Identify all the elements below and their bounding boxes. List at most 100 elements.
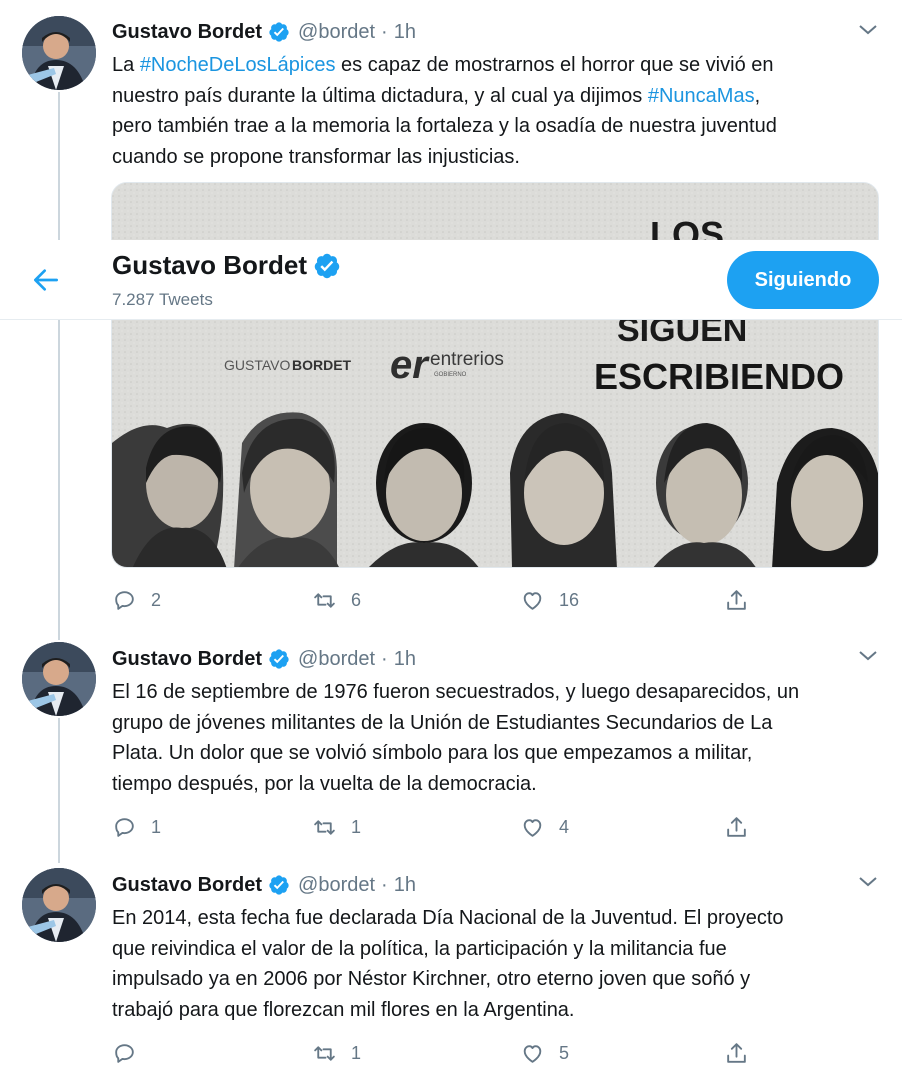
reply-button[interactable]: 2 [112, 585, 161, 615]
share-button[interactable] [724, 812, 749, 842]
author-handle[interactable]: @bordet [298, 874, 375, 897]
heart-icon [523, 591, 542, 610]
chevron-down-icon[interactable] [856, 644, 880, 668]
author-handle[interactable]: @bordet [298, 21, 375, 44]
text-segment: , [754, 84, 761, 107]
reply-button[interactable]: 1 [112, 812, 161, 842]
text-segment: trabajó para que florezcan mil flores en… [112, 998, 575, 1021]
retweet-count: 1 [351, 1042, 362, 1063]
logo-mid-sub: GOBIERNO [434, 372, 467, 378]
text-segment: La [112, 54, 140, 76]
like-button[interactable]: 4 [520, 812, 569, 842]
like-count: 4 [559, 816, 570, 837]
profile-name-label: Gustavo Bordet [112, 250, 308, 280]
retweet-count: 6 [351, 589, 362, 610]
reply-count: 2 [151, 589, 162, 610]
tweet[interactable]: Gustavo Bordet @bordet · 1h En 2014, est… [0, 856, 902, 1077]
tweet-header: Gustavo Bordet @bordet · 1h [112, 870, 416, 900]
timestamp[interactable]: 1h [394, 21, 416, 44]
separator: · [381, 20, 388, 43]
logo-mid-name: entrerios [430, 349, 504, 370]
share-icon [727, 816, 746, 837]
hashtag-link[interactable]: #NocheDeLosLápices [140, 54, 336, 76]
tweet-text: El 16 de septiembre de 1976 fueron secue… [112, 677, 882, 799]
tweet-text-line: El 16 de septiembre de 1976 fueron secue… [112, 677, 882, 708]
text-segment: cuando se propone transformar las injust… [112, 145, 520, 168]
text-segment: que reivindica el valor de la política, … [112, 937, 727, 960]
chevron-down-icon[interactable] [856, 870, 880, 894]
timestamp[interactable]: 1h [394, 874, 416, 897]
author-name[interactable]: Gustavo Bordet [112, 874, 262, 897]
text-segment: El 16 de septiembre de 1976 fueron secue… [112, 681, 800, 703]
verified-badge-icon [269, 875, 289, 895]
reply-icon [115, 1043, 134, 1063]
portrait-4 [510, 413, 617, 567]
separator: · [381, 647, 388, 670]
timestamp[interactable]: 1h [394, 648, 416, 671]
tweet-text-line: La #NocheDeLosLápices es capaz de mostra… [112, 50, 882, 81]
tweet-text-line: cuando se propone transformar las injust… [112, 142, 882, 173]
reply-button[interactable] [112, 1038, 151, 1068]
headline-bot: ESCRIBIENDO [594, 356, 844, 397]
share-icon [727, 1042, 746, 1063]
tweet-text: La #NocheDeLosLápices es capaz de mostra… [112, 50, 882, 172]
verified-badge-icon [314, 253, 340, 278]
avatar[interactable] [22, 868, 96, 942]
share-icon [727, 589, 746, 610]
tweet-text: En 2014, esta fecha fue declarada Día Na… [112, 903, 882, 1025]
retweet-button[interactable]: 6 [312, 585, 361, 615]
portrait-1 [112, 424, 227, 567]
retweet-count: 1 [351, 816, 362, 837]
retweet-icon [314, 592, 335, 608]
share-button[interactable] [724, 585, 749, 615]
following-button[interactable]: Siguiendo [727, 251, 879, 309]
like-button[interactable]: 5 [520, 1038, 569, 1068]
tweet-actions: 1 5 [112, 1038, 762, 1068]
tweet-text-line: trabajó para que florezcan mil flores en… [112, 995, 882, 1026]
tweet-count: 7.287 Tweets [112, 290, 213, 309]
tweet-actions: 2 6 16 [112, 585, 762, 615]
text-segment: nuestro país durante la última dictadura… [112, 84, 648, 107]
text-segment: tiempo después, por la vuelta de la demo… [112, 772, 537, 795]
retweet-button[interactable]: 1 [312, 812, 361, 842]
reply-icon [115, 590, 134, 610]
hashtag-link[interactable]: #NuncaMas [648, 85, 755, 107]
like-button[interactable]: 16 [520, 585, 579, 615]
like-count: 16 [559, 589, 580, 610]
tweet-text-line: tiempo después, por la vuelta de la demo… [112, 769, 882, 800]
reply-count: 1 [151, 816, 162, 837]
author-name[interactable]: Gustavo Bordet [112, 648, 262, 671]
tweet-text-line: En 2014, esta fecha fue declarada Día Na… [112, 903, 882, 934]
tweet-actions: 1 1 4 [112, 812, 762, 842]
author-name[interactable]: Gustavo Bordet [112, 21, 262, 44]
verified-badge-icon [269, 649, 289, 669]
retweet-button[interactable]: 1 [312, 1038, 361, 1068]
text-segment: En 2014, esta fecha fue declarada Día Na… [112, 907, 784, 929]
separator: · [381, 873, 388, 896]
tweet-text-line: nuestro país durante la última dictadura… [112, 81, 882, 112]
tweet-text-line: pero también trae a la memoria la fortal… [112, 111, 882, 142]
tweet-text-line: grupo de jóvenes militantes de la Unión … [112, 708, 882, 739]
tweet-text-line: que reivindica el valor de la política, … [112, 934, 882, 965]
tweet-text-line: Plata. Un dolor que se volvió símbolo pa… [112, 738, 882, 769]
reply-icon [115, 817, 134, 837]
chevron-down-icon[interactable] [856, 18, 880, 42]
tweet-text-line: impulsado ya en 2006 por Néstor Kirchner… [112, 964, 882, 995]
portrait-2 [234, 412, 339, 567]
verified-badge-icon [269, 22, 289, 42]
logo-left-a: GUSTAVO [224, 357, 290, 373]
share-button[interactable] [724, 1038, 749, 1068]
heart-icon [523, 1044, 542, 1063]
like-count: 5 [559, 1042, 570, 1063]
avatar[interactable] [22, 642, 96, 716]
text-segment: grupo de jóvenes militantes de la Unión … [112, 711, 773, 734]
text-segment: impulsado ya en 2006 por Néstor Kirchner… [112, 968, 751, 990]
retweet-icon [314, 1045, 335, 1061]
author-handle[interactable]: @bordet [298, 648, 375, 671]
text-segment: es capaz de mostrarnos el horror que se … [335, 54, 774, 76]
avatar[interactable] [22, 16, 96, 90]
retweet-icon [314, 819, 335, 835]
tweet-header: Gustavo Bordet @bordet · 1h [112, 17, 416, 47]
tweet[interactable]: Gustavo Bordet @bordet · 1h El 16 de sep… [0, 630, 902, 856]
back-arrow-icon[interactable] [30, 264, 62, 296]
